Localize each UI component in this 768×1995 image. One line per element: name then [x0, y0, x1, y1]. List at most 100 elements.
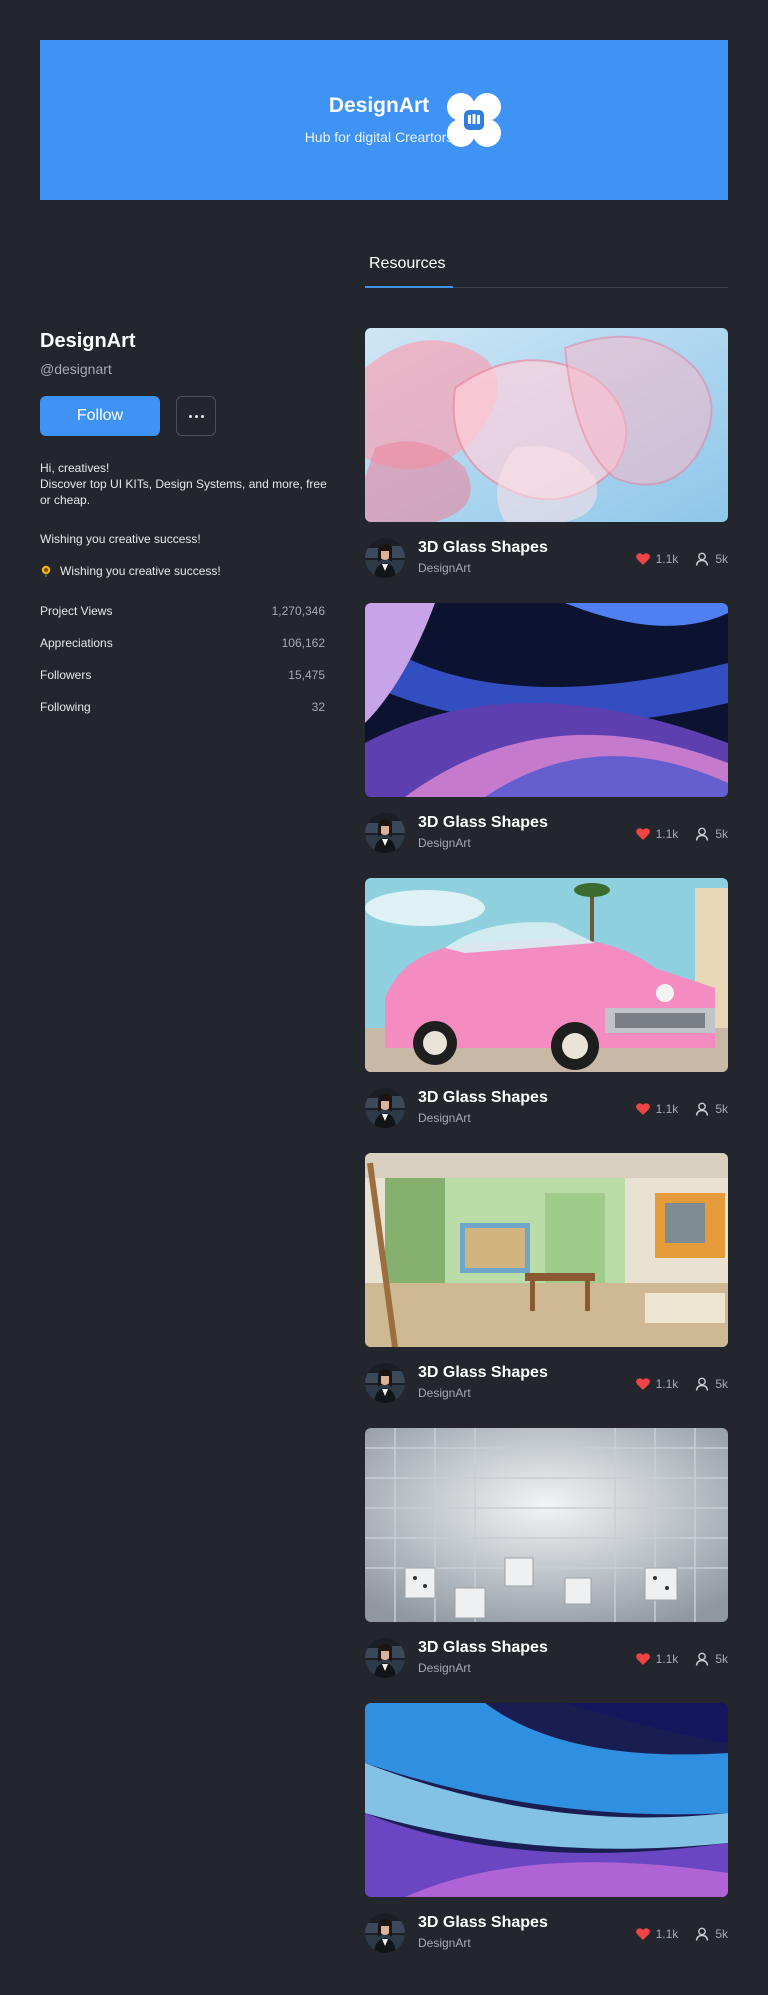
avatar[interactable] — [365, 1913, 405, 1953]
card-stats: 1.1k 5k — [635, 1926, 728, 1942]
likes-count[interactable]: 1.1k — [635, 826, 679, 842]
card-image-blue-glass-waves[interactable] — [365, 1703, 728, 1897]
stat-value: 15,475 — [288, 668, 325, 682]
views-count: 5k — [694, 1101, 728, 1117]
likes-count[interactable]: 1.1k — [635, 1926, 679, 1942]
likes-value: 1.1k — [655, 1652, 679, 1666]
stat-row: Appreciations 106,162 — [40, 636, 325, 668]
avatar[interactable] — [365, 538, 405, 578]
views-count: 5k — [694, 826, 728, 842]
resource-card[interactable]: 3D Glass Shapes DesignArt 1.1k 5k — [365, 603, 728, 863]
likes-value: 1.1k — [655, 1927, 679, 1941]
profile-bio-wish-emoji: Wishing you creative success! — [40, 564, 221, 578]
user-icon — [694, 1651, 710, 1667]
card-title[interactable]: 3D Glass Shapes — [418, 814, 548, 832]
resource-card[interactable]: 3D Glass Shapes DesignArt 1.1k 5k — [365, 1428, 728, 1688]
card-author[interactable]: DesignArt — [418, 561, 471, 575]
views-count: 5k — [694, 1926, 728, 1942]
card-author[interactable]: DesignArt — [418, 836, 471, 850]
stat-row: Project Views 1,270,346 — [40, 604, 325, 636]
heart-icon — [635, 1651, 651, 1667]
views-count: 5k — [694, 1651, 728, 1667]
tab-bar: Resources — [365, 248, 728, 288]
card-author[interactable]: DesignArt — [418, 1936, 471, 1950]
views-value: 5k — [715, 1652, 728, 1666]
stat-label: Project Views — [40, 604, 113, 618]
card-title[interactable]: 3D Glass Shapes — [418, 1089, 548, 1107]
profile-name: DesignArt — [40, 330, 136, 352]
likes-value: 1.1k — [655, 1377, 679, 1391]
card-stats: 1.1k 5k — [635, 826, 728, 842]
likes-value: 1.1k — [655, 827, 679, 841]
stat-row: Following 32 — [40, 700, 325, 732]
heart-icon — [635, 1101, 651, 1117]
likes-count[interactable]: 1.1k — [635, 1101, 679, 1117]
avatar[interactable] — [365, 1363, 405, 1403]
avatar[interactable] — [365, 1088, 405, 1128]
heart-icon — [635, 826, 651, 842]
stat-value: 1,270,346 — [271, 604, 325, 618]
card-image-white-grid-cubes[interactable] — [365, 1428, 728, 1622]
profile-stats: Project Views 1,270,346 Appreciations 10… — [40, 604, 325, 732]
tab-resources[interactable]: Resources — [365, 248, 453, 288]
likes-value: 1.1k — [655, 1102, 679, 1116]
stat-row: Followers 15,475 — [40, 668, 325, 700]
views-count: 5k — [694, 1376, 728, 1392]
heart-icon — [635, 1926, 651, 1942]
user-icon — [694, 826, 710, 842]
stat-label: Appreciations — [40, 636, 113, 650]
profile-handle: @designart — [40, 361, 112, 377]
resource-card[interactable]: 3D Glass Shapes DesignArt 1.1k 5k — [365, 878, 728, 1138]
likes-count[interactable]: 1.1k — [635, 1651, 679, 1667]
card-image-art-studio[interactable] — [365, 1153, 728, 1347]
card-image-pink-glass-shapes[interactable] — [365, 328, 728, 522]
views-value: 5k — [715, 1927, 728, 1941]
follow-button[interactable]: Follow — [40, 396, 160, 436]
stat-label: Following — [40, 700, 91, 714]
user-icon — [694, 1101, 710, 1117]
resource-card[interactable]: 3D Glass Shapes DesignArt 1.1k 5k — [365, 1153, 728, 1413]
card-stats: 1.1k 5k — [635, 1651, 728, 1667]
card-title[interactable]: 3D Glass Shapes — [418, 1364, 548, 1382]
bio-wish-text: Wishing you creative success! — [60, 564, 221, 578]
views-value: 5k — [715, 1377, 728, 1391]
stat-value: 32 — [311, 700, 325, 714]
views-value: 5k — [715, 827, 728, 841]
card-title[interactable]: 3D Glass Shapes — [418, 539, 548, 557]
card-author[interactable]: DesignArt — [418, 1111, 471, 1125]
card-stats: 1.1k 5k — [635, 551, 728, 567]
avatar[interactable] — [365, 813, 405, 853]
heart-icon — [635, 551, 651, 567]
banner-title: DesignArt — [328, 94, 430, 117]
likes-value: 1.1k — [655, 552, 679, 566]
views-value: 5k — [715, 1102, 728, 1116]
card-author[interactable]: DesignArt — [418, 1661, 471, 1675]
likes-count[interactable]: 1.1k — [635, 1376, 679, 1392]
user-icon — [694, 1926, 710, 1942]
views-count: 5k — [694, 551, 728, 567]
resource-card[interactable]: 3D Glass Shapes DesignArt 1.1k 5k — [365, 1703, 728, 1963]
card-stats: 1.1k 5k — [635, 1101, 728, 1117]
card-image-pink-vintage-car[interactable] — [365, 878, 728, 1072]
user-icon — [694, 551, 710, 567]
heart-icon — [635, 1376, 651, 1392]
card-author[interactable]: DesignArt — [418, 1386, 471, 1400]
more-options-button[interactable] — [176, 396, 216, 436]
designart-logo-icon — [444, 90, 504, 150]
profile-banner: DesignArt Hub for digital Creartors — [40, 40, 728, 200]
sunflower-icon — [40, 565, 52, 577]
views-value: 5k — [715, 552, 728, 566]
card-title[interactable]: 3D Glass Shapes — [418, 1639, 548, 1657]
profile-bio: Hi, creatives! Discover top UI KITs, Des… — [40, 461, 327, 507]
card-title[interactable]: 3D Glass Shapes — [418, 1914, 548, 1932]
user-icon — [694, 1376, 710, 1392]
resource-card[interactable]: 3D Glass Shapes DesignArt 1.1k 5k — [365, 328, 728, 588]
card-stats: 1.1k 5k — [635, 1376, 728, 1392]
more-dots-icon — [188, 414, 192, 418]
stat-value: 106,162 — [281, 636, 325, 650]
likes-count[interactable]: 1.1k — [635, 551, 679, 567]
card-image-blue-purple-waves[interactable] — [365, 603, 728, 797]
profile-bio-wish: Wishing you creative success! — [40, 532, 201, 546]
avatar[interactable] — [365, 1638, 405, 1678]
stat-label: Followers — [40, 668, 92, 682]
